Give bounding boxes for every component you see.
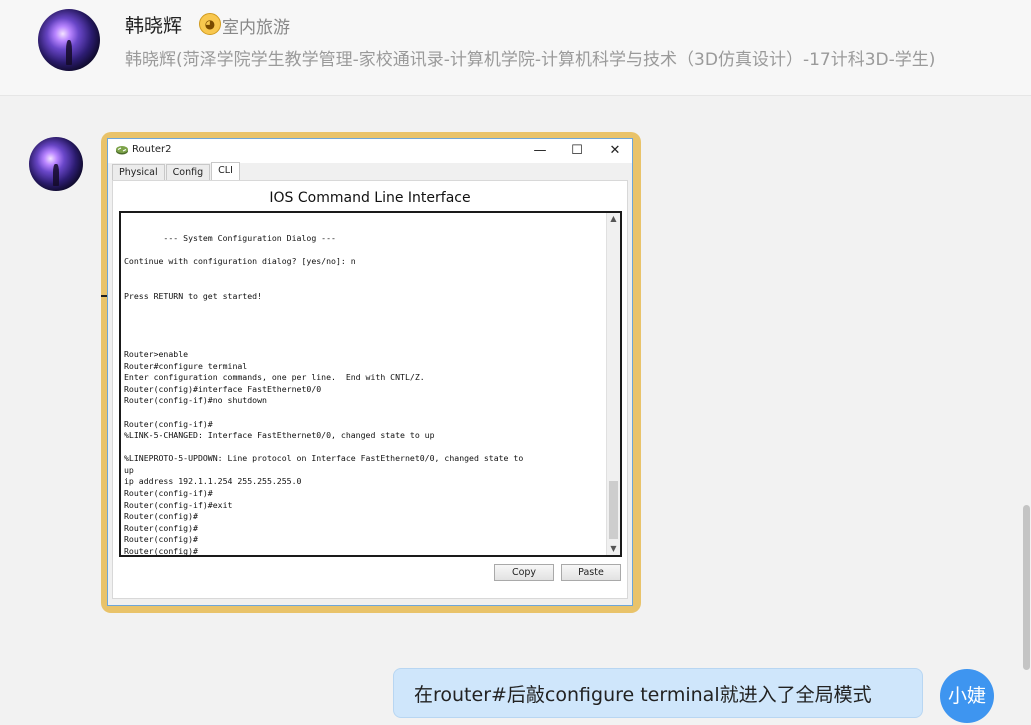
contact-department: 韩晓辉(菏泽学院学生教学管理-家校通讯录-计算机学院-计算机科学与技术（3D仿真… bbox=[125, 50, 936, 70]
emoji-face-icon: ◕ bbox=[199, 13, 221, 35]
terminal-output: --- System Configuration Dialog --- Cont… bbox=[124, 233, 524, 557]
scroll-up-icon: ▲ bbox=[610, 214, 617, 223]
scroll-down-icon: ▼ bbox=[610, 544, 617, 553]
contact-name[interactable]: 韩晓辉 bbox=[125, 11, 182, 38]
router-icon bbox=[116, 146, 128, 155]
copy-button: Copy bbox=[494, 564, 554, 581]
cli-terminal: --- System Configuration Dialog --- Cont… bbox=[119, 211, 622, 557]
window-tabs: Physical Config CLI bbox=[112, 162, 241, 180]
contact-status-text: 室内旅游 bbox=[222, 18, 290, 38]
tab-cli: CLI bbox=[211, 162, 240, 180]
router-window-screenshot[interactable]: Router2 — ☐ ✕ Physical Config CLI IOS Co… bbox=[107, 138, 633, 606]
chat-scrollbar[interactable] bbox=[1023, 505, 1030, 670]
cli-heading: IOS Command Line Interface bbox=[269, 190, 471, 206]
scroll-thumb bbox=[609, 481, 618, 539]
outgoing-message-bubble[interactable]: 在router#后敲configure terminal就进入了全局模式 bbox=[393, 668, 923, 718]
paste-button: Paste bbox=[561, 564, 621, 581]
terminal-scrollbar: ▲ ▼ bbox=[606, 213, 620, 555]
maximize-icon: ☐ bbox=[571, 143, 583, 158]
message-text: 在router#后敲configure terminal就进入了全局模式 bbox=[414, 684, 872, 706]
sender-avatar[interactable] bbox=[29, 137, 83, 191]
window-titlebar: Router2 — ☐ ✕ bbox=[108, 139, 632, 163]
minimize-icon: — bbox=[533, 143, 547, 158]
close-icon: ✕ bbox=[609, 143, 621, 158]
window-title: Router2 bbox=[132, 144, 172, 155]
contact-avatar[interactable] bbox=[38, 9, 100, 71]
cli-panel: IOS Command Line Interface --- System Co… bbox=[112, 180, 628, 599]
tab-physical: Physical bbox=[112, 164, 165, 180]
my-avatar[interactable]: 小婕 bbox=[940, 669, 994, 723]
chat-header: 韩晓辉 ◕ 室内旅游 韩晓辉(菏泽学院学生教学管理-家校通讯录-计算机学院-计算… bbox=[0, 0, 1031, 96]
tab-config: Config bbox=[165, 164, 211, 180]
